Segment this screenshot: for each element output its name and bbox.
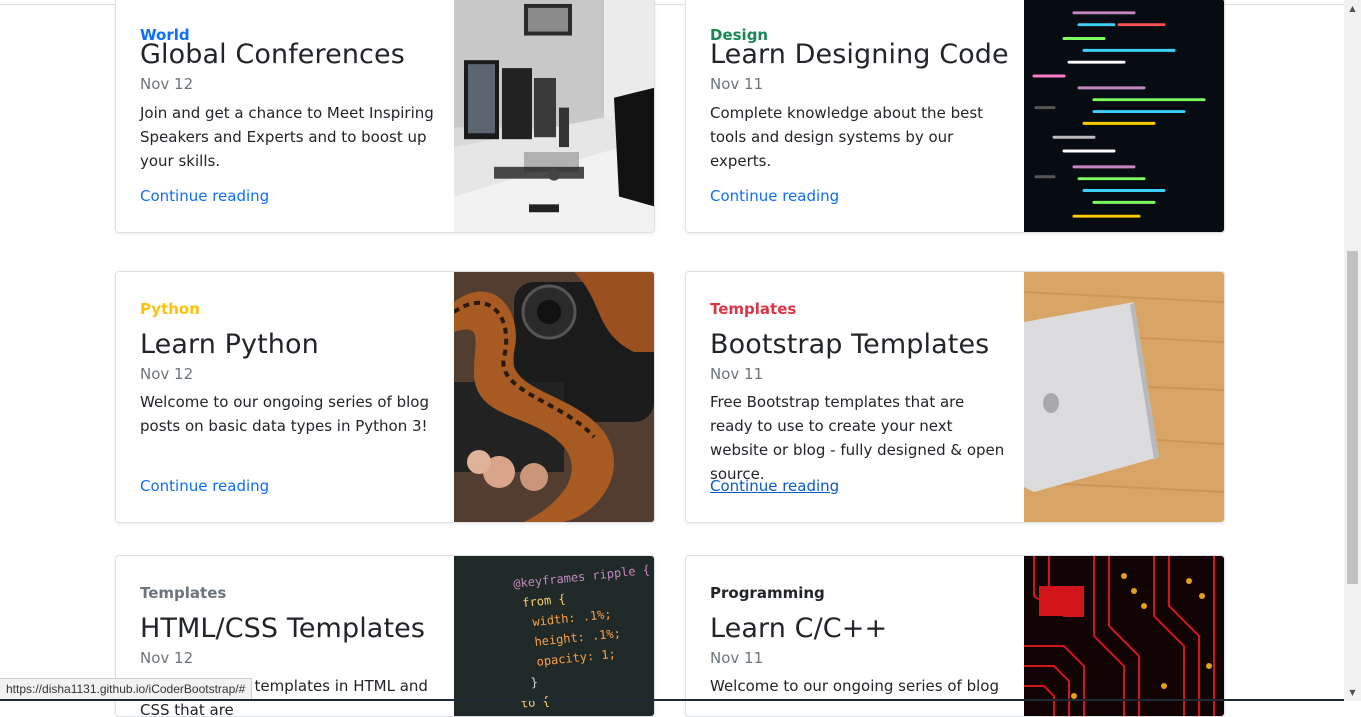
scroll-down-arrow-icon[interactable]: ▼ [1344,684,1361,701]
card-title: Bootstrap Templates [710,329,990,360]
scroll-up-arrow-icon[interactable]: ▲ [1344,0,1361,17]
blog-card-learn-python: Python Learn Python Nov 12 Welcome to ou… [115,271,655,523]
continue-reading-link[interactable]: Continue reading [140,477,269,495]
blog-card-bootstrap-templates: Templates Bootstrap Templates Nov 11 Fre… [685,271,1225,523]
desk-computers-photo [454,0,654,232]
card-description: Welcome to our ongoing series of blog po… [140,393,429,435]
card-description: Free Bootstrap templates that are ready … [710,393,1005,483]
card-date: Nov 11 [710,365,764,383]
blog-card-global-conferences: World Global Conferences Nov 12 Join and… [115,0,655,233]
vertical-scrollbar[interactable]: ▲ ▼ [1344,0,1361,701]
snake-camera-photo [454,272,654,522]
scrollbar-thumb[interactable] [1347,251,1358,584]
continue-reading-link[interactable]: Continue reading [140,187,269,205]
card-category: Templates [140,584,227,602]
card-date: Nov 11 [710,649,764,667]
continue-reading-link[interactable]: Continue reading [710,477,839,495]
card-date: Nov 12 [140,365,194,383]
laptop-on-wood-photo [1024,272,1224,522]
card-date: Nov 11 [710,75,764,93]
card-description: Complete knowledge about the best tools … [710,104,984,170]
link-status-bar: https://disha1131.github.io/iCoderBootst… [0,678,253,699]
blog-card-learn-c-cpp: Programming Learn C/C++ Nov 11 Welcome t… [685,555,1225,717]
css-keyframes-photo: @keyframes ripple { from { width: .1%; h… [454,556,654,716]
card-category: Python [140,300,200,318]
blog-card-learn-designing-code: Design Learn Designing Code Nov 11 Compl… [685,0,1225,233]
card-category: Templates [710,300,797,318]
circuit-board-photo [1024,556,1224,716]
continue-reading-link[interactable]: Continue reading [710,187,839,205]
card-date: Nov 12 [140,649,194,667]
code-line-6: } [530,675,539,690]
card-title: Learn C/C++ [710,613,888,644]
card-description: Join and get a chance to Meet Inspiring … [140,104,434,170]
card-date: Nov 12 [140,75,194,93]
card-title: Learn Python [140,329,319,360]
card-title: Learn Designing Code [710,39,1009,70]
card-title: HTML/CSS Templates [140,613,426,644]
code-screen-photo [1024,0,1224,232]
card-category: Programming [710,584,825,602]
card-title: Global Conferences [140,39,405,70]
card-description: Welcome to our ongoing series of blog [710,677,999,695]
